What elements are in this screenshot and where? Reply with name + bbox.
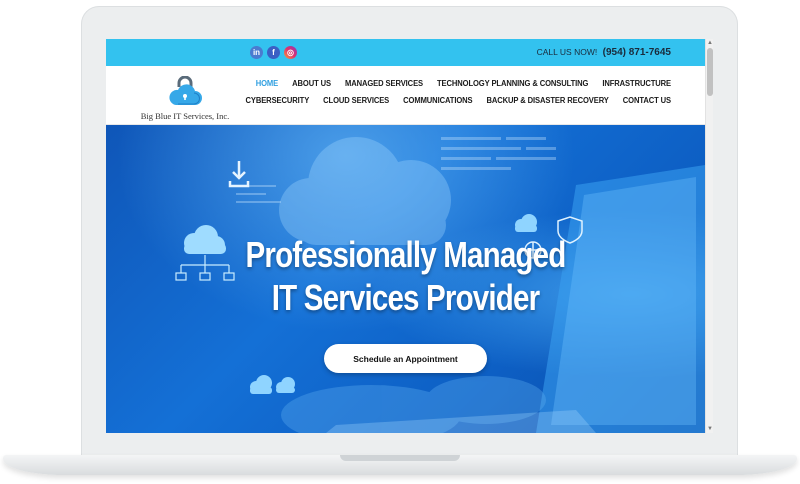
- nav-managed-services[interactable]: MANAGED SERVICES: [345, 78, 423, 97]
- schedule-appointment-button[interactable]: Schedule an Appointment: [324, 344, 487, 373]
- call-us: CALL US NOW! (954) 871-7645: [537, 47, 671, 58]
- social-links: in f ◎: [250, 46, 297, 59]
- cloud-lock-icon: [169, 76, 202, 105]
- nav-home[interactable]: HOME: [256, 78, 278, 97]
- nav-row-2: CYBERSECURITY CLOUD SERVICES COMMUNICATI…: [245, 95, 671, 114]
- phone-link[interactable]: (954) 871-7645: [603, 47, 671, 58]
- headline-line-2: IT Services Provider: [271, 277, 540, 318]
- scrollbar[interactable]: ▲ ▼: [705, 39, 713, 433]
- nav-technology-planning[interactable]: TECHNOLOGY PLANNING & CONSULTING: [437, 78, 588, 97]
- hero-section: Professionally Managed IT Services Provi…: [106, 125, 705, 433]
- laptop-notch: [340, 455, 460, 461]
- logo[interactable]: Big Blue IT Services, Inc.: [140, 72, 230, 122]
- linkedin-icon[interactable]: in: [250, 46, 263, 59]
- call-label: CALL US NOW!: [536, 47, 598, 57]
- facebook-icon[interactable]: f: [267, 46, 280, 59]
- headline-line-1: Professionally Managed: [245, 234, 567, 275]
- nav-cybersecurity[interactable]: CYBERSECURITY: [245, 95, 309, 114]
- top-bar: in f ◎ CALL US NOW! (954) 871-7645: [106, 39, 705, 66]
- nav-contact-us[interactable]: CONTACT US: [623, 95, 671, 114]
- nav-row-1: HOME ABOUT US MANAGED SERVICES TECHNOLOG…: [256, 78, 671, 97]
- scroll-up-icon[interactable]: ▲: [706, 39, 713, 47]
- site-header: Big Blue IT Services, Inc. HOME ABOUT US…: [106, 66, 705, 125]
- hero-headline: Professionally Managed IT Services Provi…: [160, 233, 651, 319]
- main-nav: HOME ABOUT US MANAGED SERVICES TECHNOLOG…: [245, 78, 671, 114]
- company-name: Big Blue IT Services, Inc.: [140, 111, 230, 121]
- nav-cloud-services[interactable]: CLOUD SERVICES: [323, 95, 389, 114]
- nav-communications[interactable]: COMMUNICATIONS: [403, 95, 472, 114]
- nav-backup-disaster-recovery[interactable]: BACKUP & DISASTER RECOVERY: [486, 95, 608, 114]
- nav-about-us[interactable]: ABOUT US: [292, 78, 331, 97]
- instagram-icon[interactable]: ◎: [284, 46, 297, 59]
- scrollbar-thumb[interactable]: [707, 48, 713, 96]
- nav-infrastructure[interactable]: INFRASTRUCTURE: [602, 78, 671, 97]
- scroll-down-icon[interactable]: ▼: [706, 425, 713, 433]
- website-screen: in f ◎ CALL US NOW! (954) 871-7645 Big B…: [106, 39, 713, 433]
